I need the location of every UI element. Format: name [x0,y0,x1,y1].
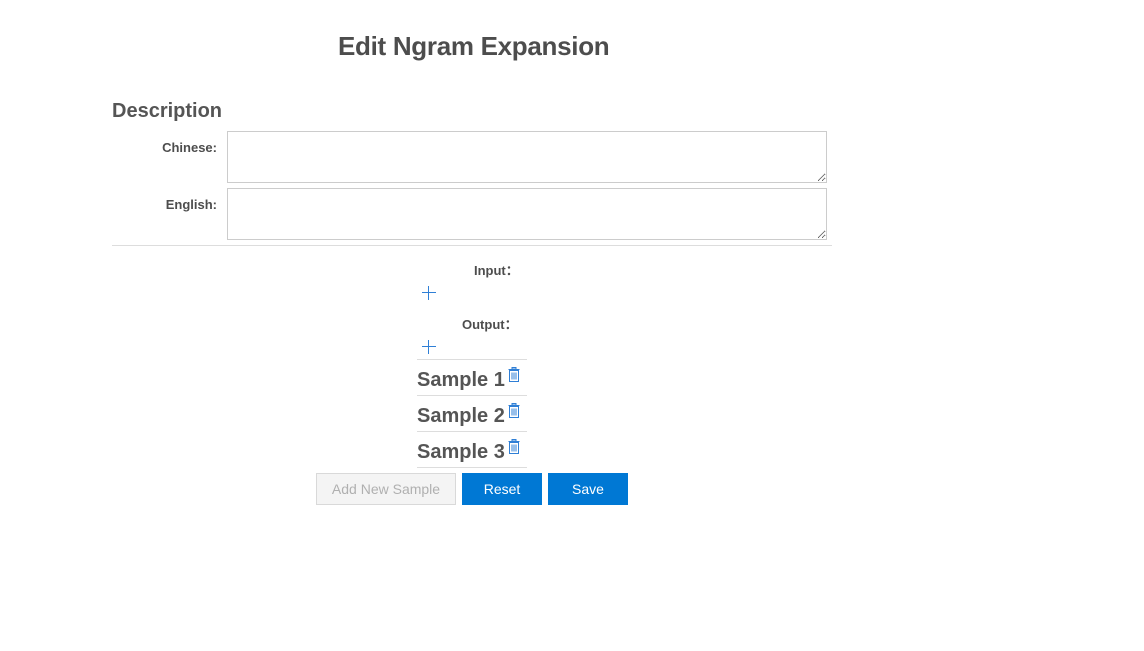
sample-item: Sample 2 [417,395,527,431]
trash-icon[interactable] [508,439,520,454]
reset-button[interactable]: Reset [462,473,542,505]
edit-ngram-page: Edit Ngram Expansion Description Chinese… [0,0,1144,651]
chinese-label: Chinese: [162,140,217,155]
english-label: English: [165,197,217,212]
chinese-description-field[interactable] [227,131,827,183]
sample-list: Sample 1 Sample 2 Sample 3 [417,359,527,468]
description-heading: Description [112,100,223,122]
add-input-plus-icon[interactable] [421,285,437,301]
sample-item: Sample 3 [417,431,527,468]
input-label: Input： [474,263,519,278]
page-title: Edit Ngram Expansion [338,31,610,61]
sample-label[interactable]: Sample 2 [417,405,505,428]
sample-label[interactable]: Sample 3 [417,441,505,464]
sample-label[interactable]: Sample 1 [417,369,505,392]
output-label: Output： [462,317,518,332]
save-button[interactable]: Save [548,473,628,505]
add-new-sample-button[interactable]: Add New Sample [316,473,456,505]
english-description-field[interactable] [227,188,827,240]
trash-icon[interactable] [508,367,520,382]
sample-item: Sample 1 [417,359,527,395]
add-output-plus-icon[interactable] [421,339,437,355]
trash-icon[interactable] [508,403,520,418]
section-divider [112,245,832,246]
